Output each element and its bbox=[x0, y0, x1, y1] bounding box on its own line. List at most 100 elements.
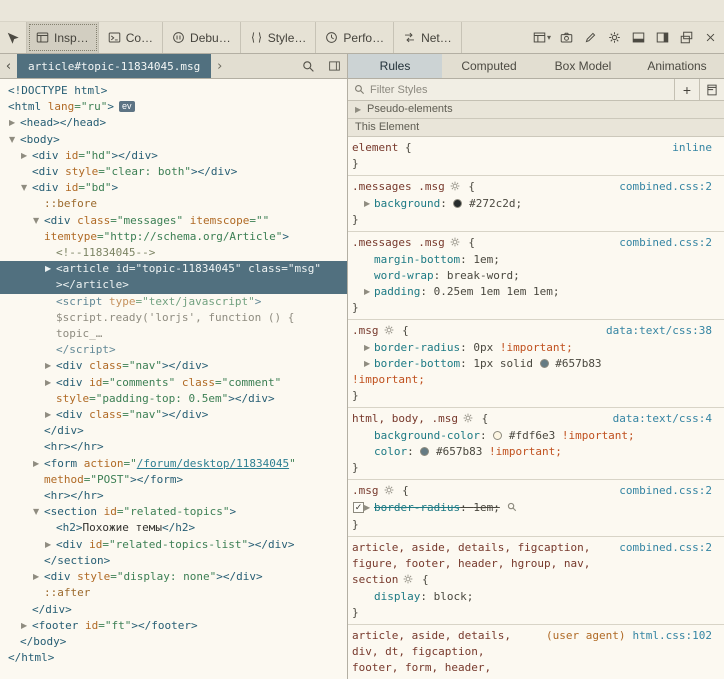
expand-pane-button[interactable] bbox=[321, 54, 347, 78]
markup-line[interactable]: <html lang="ru"> ev bbox=[0, 99, 347, 115]
declaration-enabled-checkbox[interactable]: ✓ bbox=[353, 502, 364, 513]
markup-line[interactable]: ▶ <article id="topic-11834045" class="msg… bbox=[0, 261, 347, 278]
attribute-link[interactable]: /forum/desktop/11834045 bbox=[137, 457, 289, 470]
breadcrumb-selected-node[interactable]: article#topic-11834045.msg bbox=[17, 54, 212, 78]
expand-icon[interactable]: ▶ bbox=[21, 618, 32, 634]
stylesheet-link[interactable]: combined.css:2 bbox=[619, 236, 712, 249]
rule-selector[interactable]: element { bbox=[352, 140, 664, 156]
css-declaration[interactable]: margin-bottom: 1em; bbox=[348, 252, 724, 268]
rule-selector[interactable]: .messages .msg { bbox=[352, 179, 611, 196]
expand-icon[interactable]: ▶ bbox=[364, 284, 374, 300]
expand-icon[interactable]: ▶ bbox=[45, 375, 56, 391]
markup-line[interactable]: ▶ <head></head> bbox=[0, 115, 347, 131]
rule-selector[interactable]: .msg { bbox=[352, 483, 611, 500]
devtools-tab-network[interactable]: Net… bbox=[394, 22, 462, 53]
markup-line[interactable]: ▼ <body> bbox=[0, 132, 347, 148]
screenshot-button[interactable] bbox=[554, 22, 578, 53]
settings-button[interactable] bbox=[602, 22, 626, 53]
rule-selector[interactable]: .msg { bbox=[352, 323, 598, 340]
markup-line[interactable]: </html> bbox=[0, 650, 347, 666]
selector-highlighter-icon[interactable] bbox=[384, 324, 394, 340]
markup-line[interactable]: </script> bbox=[0, 342, 347, 358]
sidebar-tab-computed[interactable]: Computed bbox=[442, 54, 536, 78]
expand-icon[interactable]: ▶ bbox=[21, 148, 32, 164]
markup-line[interactable]: method="POST"></form> bbox=[0, 472, 347, 488]
markup-line[interactable]: <hr></hr> bbox=[0, 488, 347, 504]
collapse-icon[interactable]: ▼ bbox=[33, 504, 44, 520]
selector-highlighter-icon[interactable] bbox=[463, 412, 473, 428]
search-html-button[interactable] bbox=[295, 54, 321, 78]
expand-icon[interactable]: ▶ bbox=[45, 358, 56, 374]
expand-icon[interactable]: ▶ bbox=[364, 340, 374, 356]
markup-line[interactable]: ▼ <div class="messages" itemscope="" bbox=[0, 213, 347, 229]
css-declaration[interactable]: background-color: #fdf6e3 !important; bbox=[348, 428, 724, 444]
filter-styles-input[interactable] bbox=[365, 81, 674, 98]
selector-highlighter-icon[interactable] bbox=[450, 236, 460, 252]
selector-highlighter-icon[interactable] bbox=[450, 180, 460, 196]
color-swatch[interactable] bbox=[539, 359, 549, 368]
collapse-icon[interactable]: ▼ bbox=[9, 132, 20, 148]
frame-select-button[interactable]: ▾ bbox=[530, 22, 554, 53]
expand-icon[interactable]: ▶ bbox=[364, 356, 374, 372]
pseudo-elements-header[interactable]: ▶ Pseudo-elements bbox=[348, 101, 724, 119]
markup-line[interactable]: ▶ <form action="/forum/desktop/11834045" bbox=[0, 456, 347, 472]
markup-line[interactable]: </body> bbox=[0, 634, 347, 650]
markup-line[interactable]: </section> bbox=[0, 553, 347, 569]
scratchpad-button[interactable] bbox=[578, 22, 602, 53]
css-declaration[interactable]: word-wrap: break-word; bbox=[348, 268, 724, 284]
rule-selector[interactable]: .messages .msg { bbox=[352, 235, 611, 252]
markup-line[interactable]: topic_… bbox=[0, 326, 347, 342]
markup-line[interactable]: $script.ready('lorjs', function () { bbox=[0, 310, 347, 326]
markup-line[interactable]: <!DOCTYPE html> bbox=[0, 83, 347, 99]
sidebar-tab-animations[interactable]: Animations bbox=[630, 54, 724, 78]
pick-element-button[interactable] bbox=[0, 22, 27, 53]
stylesheet-link[interactable]: data:text/css:38 bbox=[606, 324, 712, 337]
css-declaration[interactable]: ▶ border-bottom: 1px solid #657b83 bbox=[348, 356, 724, 372]
collapse-icon[interactable]: ▼ bbox=[21, 180, 32, 196]
selector-highlighter-icon[interactable] bbox=[403, 573, 413, 589]
expand-icon[interactable]: ▶ bbox=[45, 537, 56, 553]
collapse-icon[interactable]: ▼ bbox=[33, 213, 44, 229]
expand-icon[interactable]: ▶ bbox=[45, 261, 56, 277]
rule-selector[interactable]: article, aside, details, div, dt, figcapt… bbox=[352, 628, 538, 679]
css-declaration[interactable]: color: #657b83 !important; bbox=[348, 444, 724, 460]
devtools-tab-inspector[interactable]: Insp… bbox=[27, 22, 99, 53]
markup-line[interactable]: <h2>Похожие темы</h2> bbox=[0, 520, 347, 536]
markup-line[interactable]: ::after bbox=[0, 585, 347, 601]
css-declaration[interactable]: ▶ background: #272c2d; bbox=[348, 196, 724, 212]
markup-line[interactable]: ::before bbox=[0, 196, 347, 212]
markup-line[interactable]: ></article> bbox=[0, 277, 347, 294]
stylesheet-link[interactable]: combined.css:2 bbox=[619, 541, 712, 554]
rule-selector[interactable]: article, aside, details, figcaption, figu… bbox=[352, 540, 611, 589]
markup-line[interactable]: style="padding-top: 0.5em"></div> bbox=[0, 391, 347, 407]
selector-highlighter-icon[interactable] bbox=[384, 484, 394, 500]
add-rule-button[interactable]: + bbox=[674, 79, 699, 100]
css-declaration[interactable]: ▶ padding: 0.25em 1em 1em 1em; bbox=[348, 284, 724, 300]
stylesheet-link[interactable]: combined.css:2 bbox=[619, 180, 712, 193]
expand-icon[interactable]: ▶ bbox=[33, 569, 44, 585]
devtools-tab-performance[interactable]: Perfo… bbox=[316, 22, 395, 53]
sidebar-tab-box-model[interactable]: Box Model bbox=[536, 54, 630, 78]
split-console-button[interactable] bbox=[626, 22, 650, 53]
separate-window-button[interactable] bbox=[674, 22, 698, 53]
devtools-tab-debugger[interactable]: Debu… bbox=[163, 22, 241, 53]
breadcrumb-forward-button[interactable]: › bbox=[211, 54, 228, 78]
markup-line[interactable]: ▶ <div class="nav"></div> bbox=[0, 358, 347, 374]
event-listener-badge[interactable]: ev bbox=[119, 101, 135, 113]
rule-selector[interactable]: html, body, .msg { bbox=[352, 411, 605, 428]
markup-line[interactable]: ▶ <div class="nav"></div> bbox=[0, 407, 347, 423]
expand-icon[interactable]: ▶ bbox=[9, 115, 20, 131]
stylesheet-link[interactable]: html.css:102 bbox=[633, 629, 712, 642]
css-declaration[interactable]: ▶ border-radius: 0px !important; bbox=[348, 340, 724, 356]
css-declaration[interactable]: display: block; bbox=[348, 589, 724, 605]
markup-line[interactable]: ▼ <div id="bd"> bbox=[0, 180, 347, 196]
expand-icon[interactable]: ▶ bbox=[364, 500, 374, 516]
close-button[interactable] bbox=[698, 22, 722, 53]
markup-line[interactable]: <div style="clear: both"></div> bbox=[0, 164, 347, 180]
computed-lookup-icon[interactable] bbox=[507, 501, 517, 517]
markup-line[interactable]: ▶ <div id="comments" class="comment" bbox=[0, 375, 347, 391]
markup-line[interactable]: <hr></hr> bbox=[0, 439, 347, 455]
color-swatch[interactable] bbox=[493, 431, 503, 440]
markup-line[interactable]: ▶ <div id="hd"></div> bbox=[0, 148, 347, 164]
expand-icon[interactable]: ▶ bbox=[45, 407, 56, 423]
